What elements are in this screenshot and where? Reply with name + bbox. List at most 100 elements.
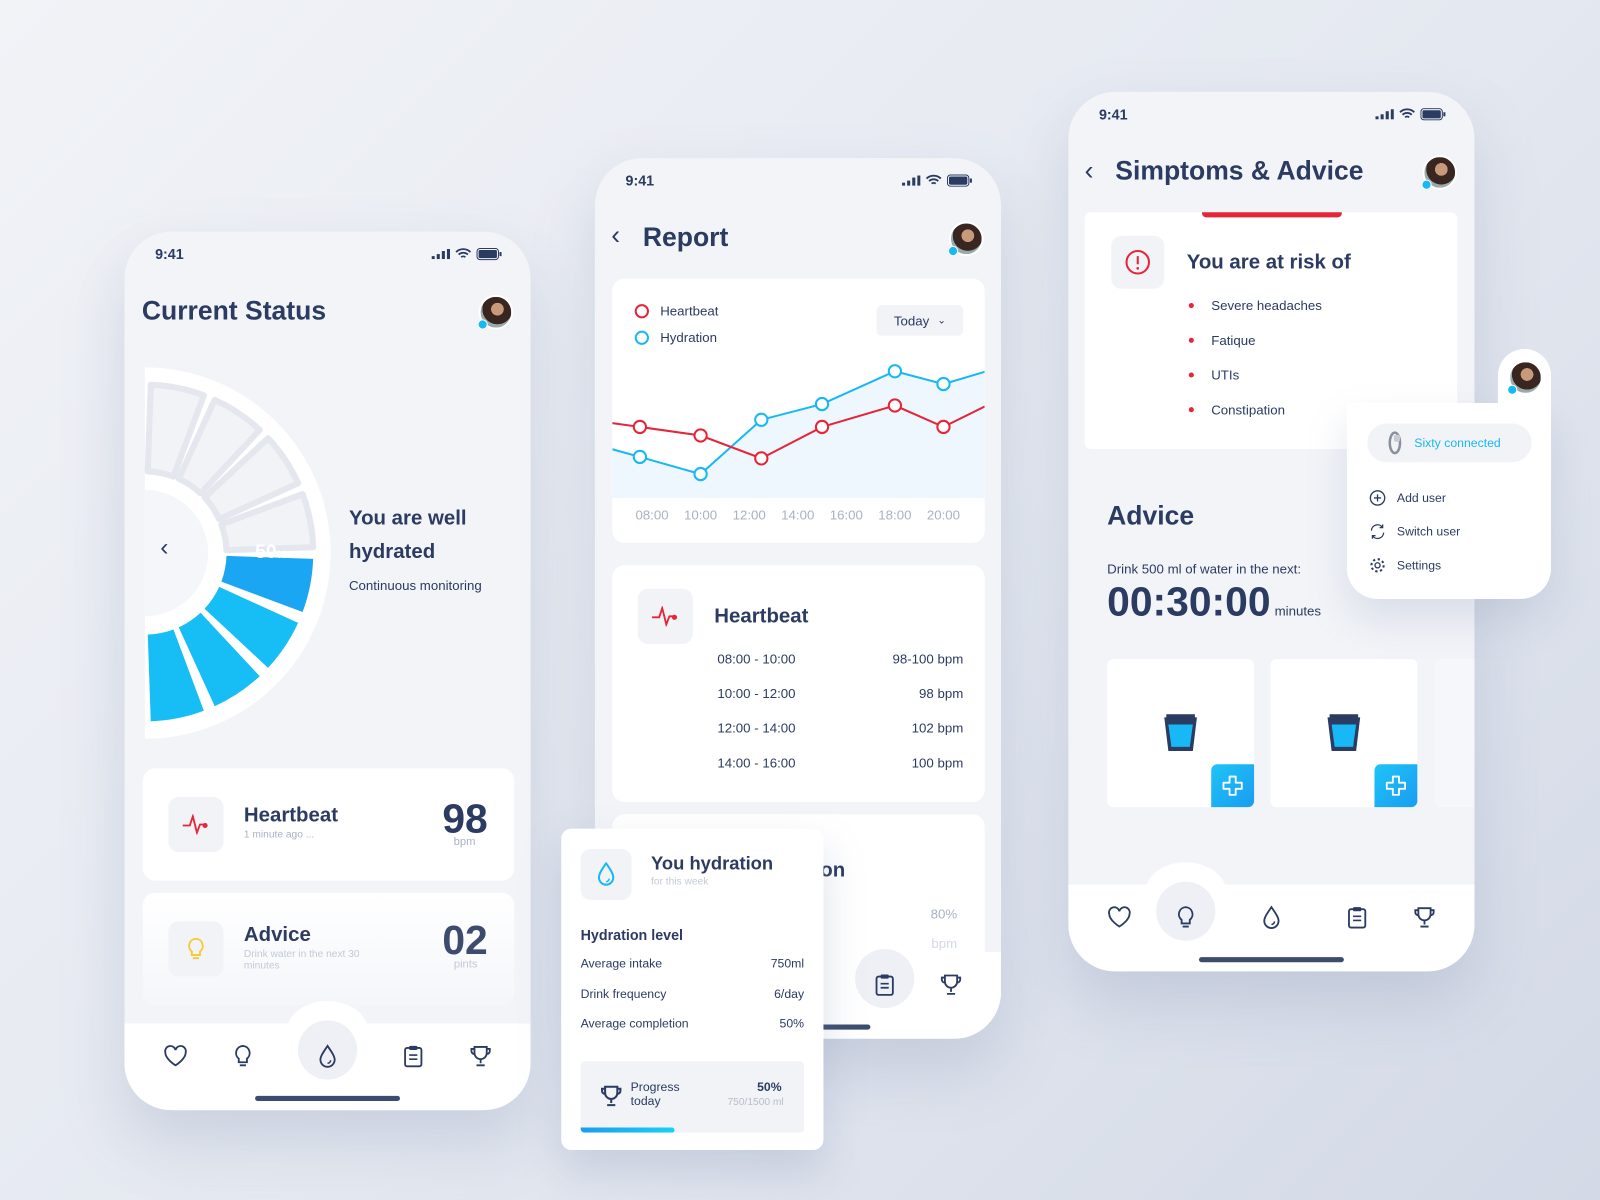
device-status-pill[interactable]: Sixty connected (1367, 423, 1532, 463)
menu-item-label: Settings (1396, 558, 1442, 573)
advice-card[interactable]: Advice Drink water in the next 30 minute… (142, 892, 515, 1006)
add-cup-button[interactable] (1211, 764, 1255, 808)
heartbeat-card[interactable]: Heartbeat 1 minute ago ... 98 bpm (142, 768, 515, 881)
heartbeat-point[interactable] (632, 419, 648, 435)
settings-icon (1370, 558, 1385, 573)
hydration-point[interactable] (936, 376, 951, 392)
progress-detail: 750/1500 ml (727, 1096, 784, 1109)
nav-bulb[interactable] (229, 1042, 258, 1071)
trophy-icon (470, 1046, 491, 1067)
nav-heart[interactable] (1105, 903, 1134, 932)
clipboard-icon (404, 1045, 423, 1068)
water-cup-card-partial[interactable] (1434, 659, 1475, 808)
home-indicator (1198, 957, 1344, 963)
hydration-point[interactable] (887, 364, 903, 379)
hydration-popup: You hydration for this week Hydration le… (561, 828, 824, 1150)
heartbeat-row: 08:00 - 10:00 98-100 bpm (717, 651, 963, 666)
bulb-icon (188, 937, 204, 960)
x-tick-label: 08:00 (635, 507, 668, 522)
clipboard-icon (875, 974, 894, 996)
heartbeat-point[interactable] (693, 428, 708, 443)
x-tick-label: 16:00 (830, 507, 863, 522)
cup-icon (1164, 714, 1197, 752)
avatar[interactable] (477, 294, 514, 330)
heartbeat-point[interactable] (814, 419, 830, 435)
hydration-stat-row: Average intake 750ml (581, 956, 804, 970)
nav-drop[interactable] (1257, 903, 1286, 932)
avatar[interactable] (947, 221, 984, 257)
hydration-detail-unit: bpm (931, 935, 958, 952)
device-status-text: Sixty connected (1414, 435, 1501, 450)
advice-unit: pints (453, 958, 478, 971)
risk-title: You are at risk of (1186, 251, 1351, 274)
gauge-unit: % (276, 548, 287, 562)
wifi-icon (1399, 108, 1415, 119)
hydration-message: You are well (348, 507, 467, 530)
risk-item: Fatique (1188, 332, 1256, 348)
status-icons (902, 174, 972, 187)
nav-heart[interactable] (161, 1042, 190, 1071)
bulb-icon (1177, 906, 1194, 928)
hydration-point[interactable] (814, 396, 830, 412)
gauge-value: 50 (255, 541, 277, 564)
smart-band-icon (1388, 431, 1402, 455)
heartbeat-detail-title: Heartbeat (714, 605, 809, 628)
advice-title: Advice (243, 923, 311, 946)
water-cup-card[interactable] (1107, 659, 1255, 808)
avatar[interactable] (1421, 155, 1458, 190)
status-time: 9:41 (625, 172, 655, 189)
risk-label: Fatique (1211, 332, 1256, 348)
risk-label: Constipation (1211, 402, 1285, 418)
nav-clipboard[interactable] (1343, 903, 1372, 932)
drop-icon (597, 862, 615, 886)
status-icons (1375, 108, 1446, 121)
gauge-back-button[interactable]: ‹ (160, 534, 168, 563)
bulb-icon-box (168, 921, 224, 977)
nav-bulb[interactable] (1171, 903, 1200, 932)
advice-subtitle: Drink water in the next 30 minutes (243, 948, 360, 972)
nav-clipboard[interactable] (399, 1042, 428, 1071)
plus-icon (1222, 775, 1243, 796)
hydration-point[interactable] (632, 449, 648, 465)
x-tick-label: 18:00 (878, 507, 911, 522)
hydration-sub: Continuous monitoring (348, 577, 482, 593)
nav-drop[interactable] (313, 1042, 342, 1071)
menu-item-add-user[interactable]: Add user (1369, 490, 1446, 506)
water-cup-card[interactable] (1270, 659, 1418, 808)
menu-item-switch-user[interactable]: Switch user (1369, 523, 1460, 540)
bulb-icon (235, 1044, 251, 1067)
nav-clipboard[interactable] (870, 970, 899, 999)
time-range: 10:00 - 12:00 (717, 685, 796, 702)
time-range: 12:00 - 14:00 (717, 720, 796, 736)
menu-item-settings[interactable]: Settings (1369, 557, 1441, 573)
heartbeat-point[interactable] (754, 451, 769, 466)
hydration-point[interactable] (693, 466, 708, 482)
trophy-icon (601, 1085, 622, 1107)
nav-trophy[interactable] (466, 1042, 495, 1071)
heartbeat-subtitle: 1 minute ago ... (243, 829, 315, 841)
online-indicator (477, 319, 488, 330)
status-time: 9:41 (155, 245, 184, 263)
nav-trophy[interactable] (937, 970, 966, 999)
signal-icon (431, 248, 450, 260)
status-time: 9:41 (1098, 106, 1128, 123)
nav-trophy[interactable] (1410, 903, 1439, 932)
add-cup-button[interactable] (1374, 764, 1418, 808)
alert-icon (1125, 249, 1150, 275)
stat-label: Average completion (580, 1016, 689, 1031)
online-indicator (1421, 179, 1432, 190)
heartbeat-point[interactable] (887, 398, 903, 413)
risk-item: UTIs (1188, 367, 1239, 383)
heartbeat-point[interactable] (936, 419, 951, 435)
user-menu: Sixty connected Add user Switch user Setti… (1346, 348, 1552, 599)
back-button[interactable]: ‹ (1085, 155, 1094, 187)
popup-subtitle: for this week (651, 876, 709, 888)
hydration-point[interactable] (754, 412, 769, 427)
heartbeat-icon-box (168, 796, 224, 853)
bpm-value: 98 bpm (918, 685, 964, 702)
bullet (1188, 407, 1194, 413)
hydration-gauge (144, 367, 331, 739)
menu-avatar[interactable] (1507, 360, 1543, 395)
drop-icon-box (580, 848, 632, 900)
back-button[interactable]: ‹ (611, 219, 620, 251)
